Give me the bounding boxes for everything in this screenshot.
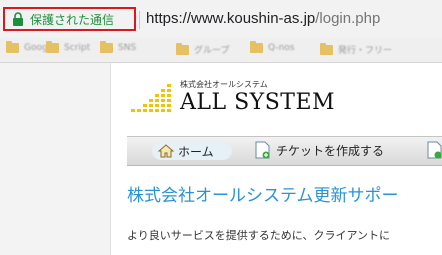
url-field[interactable]: https://www.koushin-as.jp/login.php	[146, 10, 380, 27]
security-label: 保護された通信	[30, 12, 115, 27]
lock-icon	[13, 12, 23, 26]
page-title: 株式会社オールシステム更新サポー	[127, 186, 399, 206]
page-description: より良いサービスを提供するために、クライアントに	[127, 229, 391, 242]
folder-icon	[6, 41, 19, 53]
nav-home-label: ホーム	[178, 144, 214, 159]
url-separator	[139, 11, 140, 29]
bookmark-label: グループ	[194, 46, 230, 56]
folder-icon	[46, 41, 59, 53]
bookmark-label: Q-nos	[268, 43, 295, 53]
folder-icon	[176, 42, 189, 55]
security-indicator[interactable]: 保護された通信	[3, 7, 136, 31]
folder-icon	[320, 42, 333, 55]
bookmark-free[interactable]: 発行・フリー	[320, 42, 393, 56]
folder-icon	[100, 41, 113, 53]
url-host: https://www.koushin-as.jp	[146, 10, 316, 27]
address-bar: 保護された通信 https://www.koushin-as.jp/login.…	[0, 0, 442, 38]
bookmark-label: SNS	[118, 43, 137, 53]
nav-next-button[interactable]	[427, 141, 442, 163]
main-nav: ホーム チケットを作成する	[127, 136, 442, 166]
logo-brand: ALL SYSTEM	[180, 90, 336, 115]
bookmark-sns[interactable]: SNS	[100, 41, 137, 53]
bookmarks-bar: Google Script SNS グループ Q-nos 発行・フリー	[0, 38, 442, 63]
bookmark-script[interactable]: Script	[46, 41, 91, 53]
bookmark-label: 発行・フリー	[338, 46, 393, 56]
folder-icon	[250, 41, 263, 53]
left-margin	[0, 63, 111, 255]
home-icon	[158, 144, 174, 158]
logo-bars-icon	[131, 84, 171, 112]
logo-company-name: 株式会社オールシステム	[180, 80, 268, 89]
nav-home-button[interactable]: ホーム	[152, 142, 232, 160]
nav-create-ticket-button[interactable]: チケットを作成する	[255, 141, 384, 159]
bookmark-label: Script	[64, 43, 91, 53]
bookmark-qnos[interactable]: Q-nos	[250, 41, 295, 53]
document-arrow-icon	[427, 141, 442, 159]
bookmark-group[interactable]: グループ	[176, 42, 230, 56]
document-add-icon	[255, 141, 270, 159]
url-path: /login.php	[315, 10, 381, 27]
nav-create-ticket-label: チケットを作成する	[276, 143, 385, 158]
